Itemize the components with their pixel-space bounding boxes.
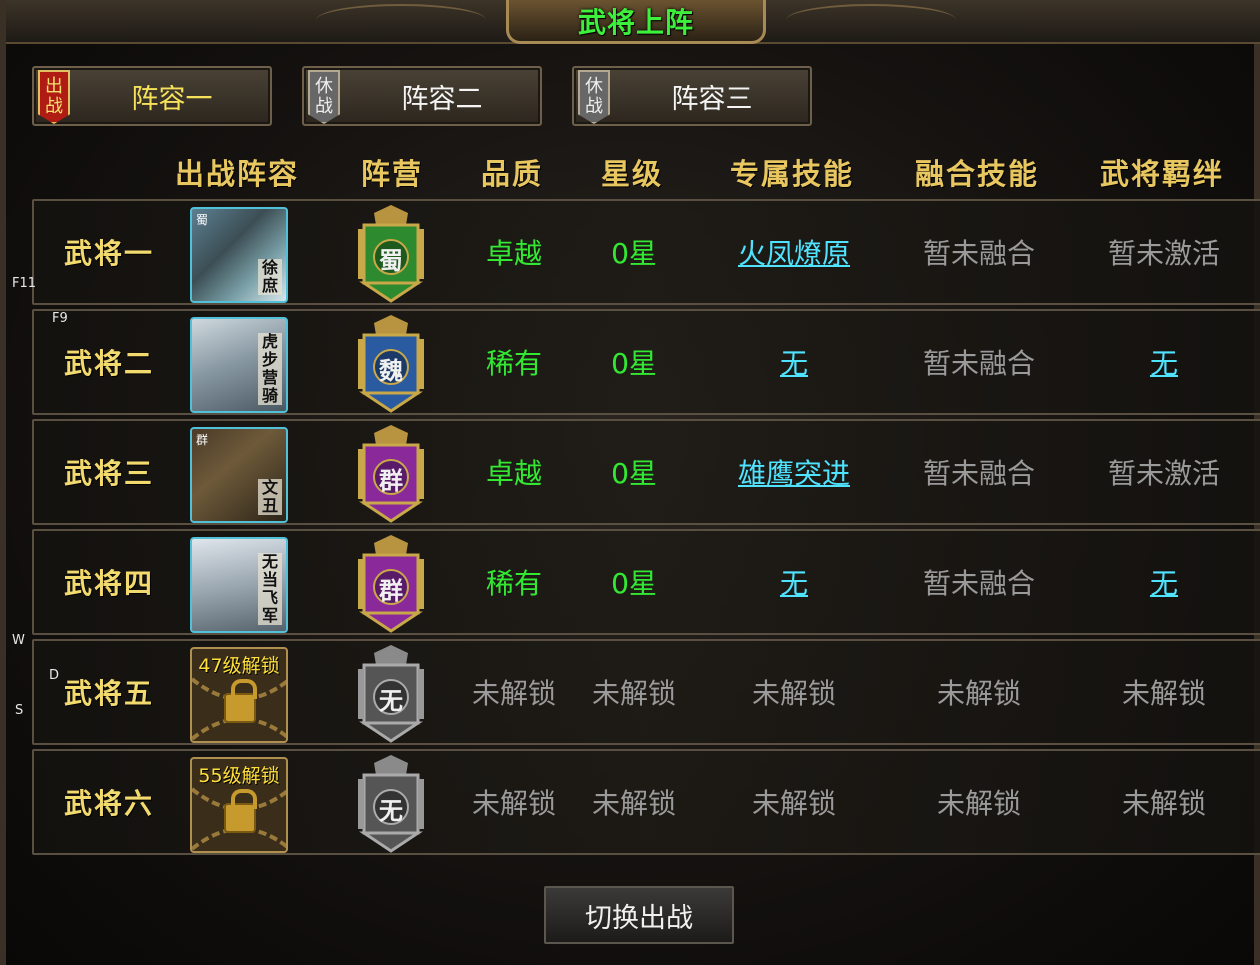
- faction-label: 群: [379, 577, 403, 605]
- col-quality: 品质: [480, 157, 543, 191]
- locked-slot[interactable]: 55级解锁: [190, 757, 288, 853]
- quality-value: 卓越: [485, 457, 542, 490]
- general-portrait[interactable]: 蜀 徐庶: [190, 207, 288, 303]
- faction-banner-none-icon: 无: [346, 645, 436, 743]
- table-row: 武将四 无当飞军 群 稀有 0星 无 暂未融合 无: [32, 529, 1260, 635]
- exclusive-skill-link[interactable]: 雄鹰突进: [714, 421, 874, 523]
- table-header: 出战阵容 阵营 品质 星级 专属技能 融合技能 武将羁绊: [32, 146, 1260, 198]
- col-fusion-skill: 融合技能: [914, 157, 1039, 191]
- fusion-skill-value: 暂未融合: [922, 457, 1035, 490]
- col-exclusive-skill: 专属技能: [729, 157, 854, 191]
- faction-banner-qun-icon: 群: [346, 425, 436, 523]
- tab-label: 阵容一: [131, 83, 213, 115]
- faction-banner-wei-icon: 魏: [346, 315, 436, 413]
- quality-value: 卓越: [485, 237, 542, 270]
- portrait-faction-tag: 蜀: [196, 213, 209, 227]
- faction-label: 无: [379, 687, 403, 715]
- padlock-icon: [224, 789, 257, 833]
- quality-value: 未解锁: [471, 677, 556, 710]
- tab-label: 阵容三: [671, 83, 753, 115]
- table-row: 武将三 群 文丑 群 卓越 0星 雄鹰突进 暂未融合 暂未激活: [32, 419, 1260, 525]
- portrait-faction-tag: 群: [196, 433, 209, 447]
- fusion-skill-value: 暂未融合: [922, 347, 1035, 380]
- locked-slot[interactable]: 47级解锁: [190, 647, 288, 743]
- fusion-skill-value: 未解锁: [936, 787, 1021, 820]
- general-portrait[interactable]: 无当飞军: [190, 537, 288, 633]
- portrait-name: 徐庶: [258, 259, 282, 295]
- stars-value: 未解锁: [591, 787, 676, 820]
- faction-banner-qun-icon: 群: [346, 535, 436, 633]
- stars-value: 0星: [611, 347, 657, 380]
- quality-value: 稀有: [485, 567, 542, 600]
- tab-lineup-1[interactable]: 出战 阵容一: [32, 66, 272, 126]
- general-name: 武将二: [63, 347, 154, 380]
- faction-label: 蜀: [379, 247, 403, 275]
- hotkey-label: S: [15, 703, 24, 718]
- tab-label: 阵容二: [401, 83, 483, 115]
- stars-value: 0星: [611, 237, 657, 270]
- stars-value: 未解锁: [591, 677, 676, 710]
- hotkey-label: W: [12, 633, 25, 648]
- game-window: 武将上阵 出战 阵容一 休战 阵容二 休战 阵容三 出战阵容 阵营 品质 星级 …: [0, 0, 1260, 965]
- tab-lineup-3[interactable]: 休战 阵容三: [572, 66, 812, 126]
- fusion-skill-value: 未解锁: [936, 677, 1021, 710]
- hotkey-label: F11: [12, 276, 37, 291]
- padlock-icon: [224, 679, 257, 723]
- exclusive-skill-link[interactable]: 无: [714, 311, 874, 413]
- general-portrait[interactable]: 虎步营骑: [190, 317, 288, 413]
- exclusive-skill-value: 未解锁: [751, 677, 836, 710]
- title-plate: 武将上阵: [506, 0, 766, 44]
- fusion-skill-value: 暂未融合: [922, 237, 1035, 270]
- top-bar: 武将上阵: [6, 0, 1260, 44]
- bond-link[interactable]: 无: [1084, 531, 1244, 633]
- col-faction: 阵营: [360, 157, 423, 191]
- general-name: 武将五: [63, 677, 154, 710]
- hotkey-label: F9: [52, 311, 68, 326]
- faction-banner-none-icon: 无: [346, 755, 436, 853]
- ornament-left: [316, 4, 486, 36]
- active-flag-icon: 出战: [38, 70, 70, 124]
- bond-value: 未解锁: [1121, 787, 1206, 820]
- col-lineup: 出战阵容: [174, 157, 299, 191]
- quality-value: 未解锁: [471, 787, 556, 820]
- ornament-right: [786, 4, 956, 36]
- faction-label: 无: [379, 797, 403, 825]
- col-stars: 星级: [600, 157, 663, 191]
- faction-label: 魏: [379, 357, 403, 385]
- stars-value: 0星: [611, 457, 657, 490]
- exclusive-skill-link[interactable]: 无: [714, 531, 874, 633]
- stars-value: 0星: [611, 567, 657, 600]
- bond-value: 未解锁: [1121, 677, 1206, 710]
- exclusive-skill-link[interactable]: 火凤燎原: [714, 201, 874, 303]
- table-row: 武将六 55级解锁 无 未解锁 未解锁 未解锁 未解锁 未解锁: [32, 749, 1260, 855]
- table-row: 武将二 虎步营骑 魏 稀有 0星 无 暂未融合 无: [32, 309, 1260, 415]
- tab-lineup-2[interactable]: 休战 阵容二: [302, 66, 542, 126]
- unlock-level: 47级解锁: [198, 655, 280, 677]
- switch-lineup-button[interactable]: 切换出战: [544, 886, 734, 944]
- faction-label: 群: [379, 467, 403, 495]
- portrait-name: 无当飞军: [258, 553, 282, 625]
- portrait-name: 文丑: [258, 479, 282, 515]
- table-row: 武将一 蜀 徐庶 蜀 卓越 0星 火凤燎原 暂未融合 暂未激活: [32, 199, 1260, 305]
- bond-value: 暂未激活: [1107, 457, 1220, 490]
- bond-link[interactable]: 无: [1084, 311, 1244, 413]
- faction-banner-shu-icon: 蜀: [346, 205, 436, 303]
- portrait-name: 虎步营骑: [258, 333, 282, 405]
- general-portrait[interactable]: 群 文丑: [190, 427, 288, 523]
- general-name: 武将三: [63, 457, 154, 490]
- col-bond: 武将羁绊: [1099, 157, 1224, 191]
- unlock-level: 55级解锁: [198, 765, 280, 787]
- table-row: 武将五 47级解锁 无 未解锁 未解锁 未解锁 未解锁 未解锁: [32, 639, 1260, 745]
- general-name: 武将六: [63, 787, 154, 820]
- quality-value: 稀有: [485, 347, 542, 380]
- general-name: 武将一: [63, 237, 154, 270]
- fusion-skill-value: 暂未融合: [922, 567, 1035, 600]
- window-title: 武将上阵: [577, 5, 694, 39]
- general-name: 武将四: [63, 567, 154, 600]
- rest-flag-icon: 休战: [578, 70, 610, 124]
- bond-value: 暂未激活: [1107, 237, 1220, 270]
- exclusive-skill-value: 未解锁: [751, 787, 836, 820]
- rest-flag-icon: 休战: [308, 70, 340, 124]
- hotkey-label: D: [49, 668, 60, 683]
